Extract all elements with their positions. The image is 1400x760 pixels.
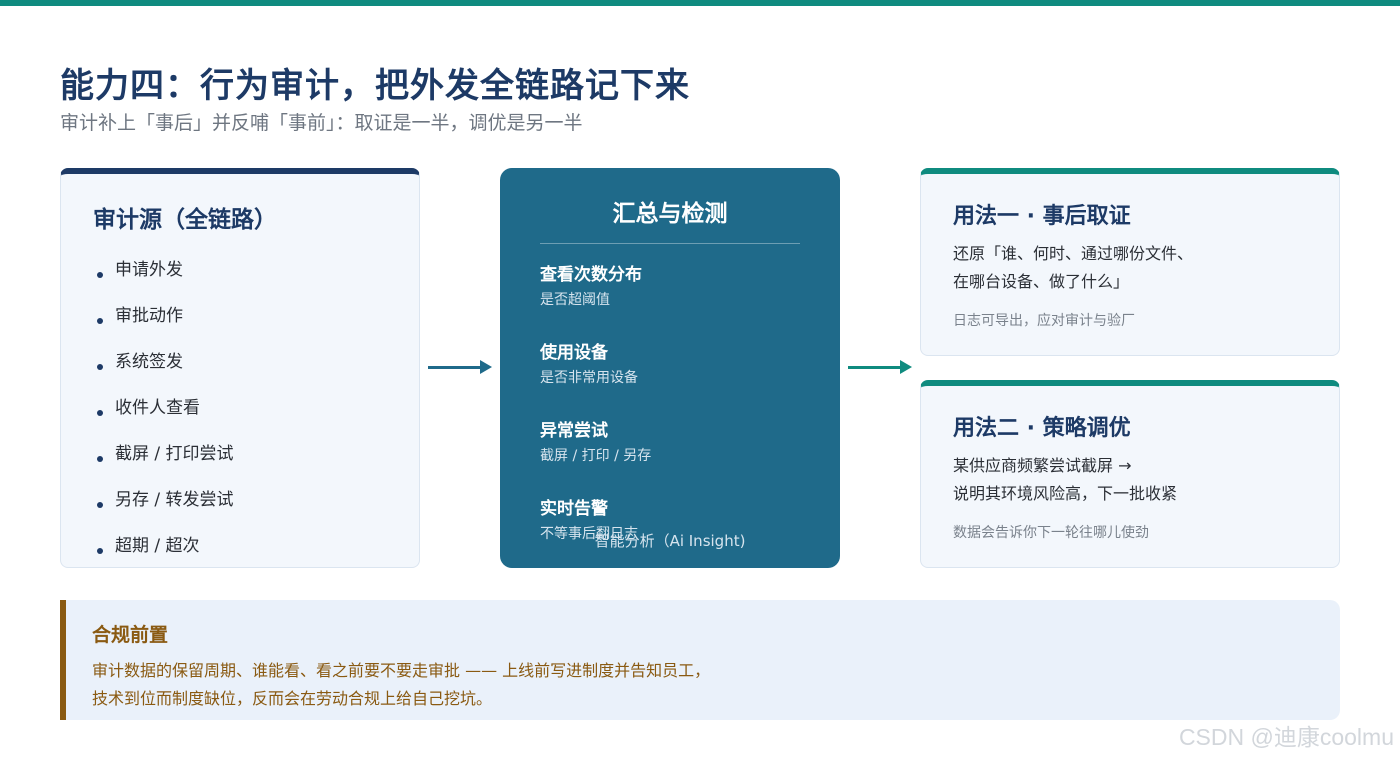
list-item: 另存 / 转发尝试 bbox=[95, 480, 234, 526]
body-line: 某供应商频繁尝试截屏 → bbox=[953, 456, 1132, 475]
detection-item-desc: 截屏 / 打印 / 另存 bbox=[540, 448, 652, 464]
ai-insight-label: 智能分析（Ai Insight) bbox=[594, 532, 746, 550]
usage-forensics-body: 还原「谁、何时、通过哪份文件、 在哪台设备、做了什么」 bbox=[953, 240, 1193, 296]
usage-tuning-card: 用法二 · 策略调优 某供应商频繁尝试截屏 → 说明其环境风险高，下一批收紧 数… bbox=[920, 380, 1340, 568]
divider bbox=[540, 243, 800, 244]
audit-sources-list: 申请外发 审批动作 系统签发 收件人查看 截屏 / 打印尝试 另存 / 转发尝试… bbox=[95, 250, 234, 567]
detection-item-desc: 是否超阈值 bbox=[540, 292, 610, 308]
list-item-label: 申请外发 bbox=[115, 260, 183, 280]
list-item-label: 收件人查看 bbox=[115, 398, 200, 418]
bullet-icon bbox=[97, 456, 103, 462]
detection-item-title: 实时告警 bbox=[540, 499, 608, 519]
audit-sources-card: 审计源（全链路） 申请外发 审批动作 系统签发 收件人查看 截屏 / 打印尝试 … bbox=[60, 168, 420, 568]
detection-item-title: 使用设备 bbox=[540, 343, 608, 363]
detection-item: 异常尝试 截屏 / 打印 / 另存 bbox=[540, 416, 651, 465]
compliance-line: 技术到位而制度缺位，反而会在劳动合规上给自己挖坑。 bbox=[92, 689, 493, 708]
bullet-icon bbox=[97, 502, 103, 508]
audit-sources-title: 审计源（全链路） bbox=[93, 207, 277, 233]
detection-item-desc: 是否非常用设备 bbox=[540, 370, 638, 386]
list-item-label: 截屏 / 打印尝试 bbox=[115, 444, 234, 464]
usage-tuning-note: 数据会告诉你下一轮往哪儿使劲 bbox=[953, 525, 1149, 541]
usage-forensics-card: 用法一 · 事后取证 还原「谁、何时、通过哪份文件、 在哪台设备、做了什么」 日… bbox=[920, 168, 1340, 356]
list-item-label: 审批动作 bbox=[115, 306, 183, 326]
flow-arrow-icon bbox=[848, 360, 912, 374]
usage-forensics-title: 用法一 · 事后取证 bbox=[953, 204, 1131, 229]
compliance-box: 合规前置 审计数据的保留周期、谁能看、看之前要不要走审批 —— 上线前写进制度并… bbox=[60, 600, 1340, 720]
body-line: 在哪台设备、做了什么」 bbox=[953, 272, 1130, 291]
usage-forensics-note: 日志可导出，应对审计与验厂 bbox=[953, 313, 1135, 329]
list-item-label: 另存 / 转发尝试 bbox=[115, 490, 234, 510]
flow-arrow-icon bbox=[428, 360, 492, 374]
bullet-icon bbox=[97, 364, 103, 370]
body-line: 说明其环境风险高，下一批收紧 bbox=[953, 484, 1178, 503]
list-item-label: 系统签发 bbox=[115, 352, 183, 372]
detection-title: 汇总与检测 bbox=[612, 201, 728, 227]
compliance-line: 审计数据的保留周期、谁能看、看之前要不要走审批 —— 上线前写进制度并告知员工， bbox=[92, 661, 711, 680]
detection-item-title: 查看次数分布 bbox=[540, 265, 642, 285]
list-item: 申请外发 bbox=[95, 250, 234, 296]
detection-item: 使用设备 是否非常用设备 bbox=[540, 338, 638, 387]
list-item: 超期 / 超次 bbox=[95, 526, 234, 567]
usage-tuning-body: 某供应商频繁尝试截屏 → 说明其环境风险高，下一批收紧 bbox=[953, 452, 1177, 508]
page-title: 能力四：行为审计，把外发全链路记下来 bbox=[60, 66, 690, 106]
body-line: 还原「谁、何时、通过哪份文件、 bbox=[953, 244, 1194, 263]
detection-card: 汇总与检测 查看次数分布 是否超阈值 使用设备 是否非常用设备 异常尝试 截屏 … bbox=[500, 168, 840, 568]
usage-tuning-title: 用法二 · 策略调优 bbox=[953, 416, 1131, 441]
top-accent-bar bbox=[0, 0, 1400, 6]
page-subtitle: 审计补上「事后」并反哺「事前」：取证是一半，调优是另一半 bbox=[60, 112, 583, 134]
bullet-icon bbox=[97, 410, 103, 416]
bullet-icon bbox=[97, 548, 103, 554]
bullet-icon bbox=[97, 318, 103, 324]
compliance-title: 合规前置 bbox=[92, 624, 169, 646]
bullet-icon bbox=[97, 272, 103, 278]
list-item: 收件人查看 bbox=[95, 388, 234, 434]
list-item: 审批动作 bbox=[95, 296, 234, 342]
list-item-label: 超期 / 超次 bbox=[115, 536, 200, 556]
list-item: 截屏 / 打印尝试 bbox=[95, 434, 234, 480]
detection-item: 查看次数分布 是否超阈值 bbox=[540, 260, 642, 309]
detection-item-title: 异常尝试 bbox=[540, 421, 608, 441]
watermark: CSDN @迪康coolmu bbox=[1178, 724, 1394, 750]
list-item: 系统签发 bbox=[95, 342, 234, 388]
